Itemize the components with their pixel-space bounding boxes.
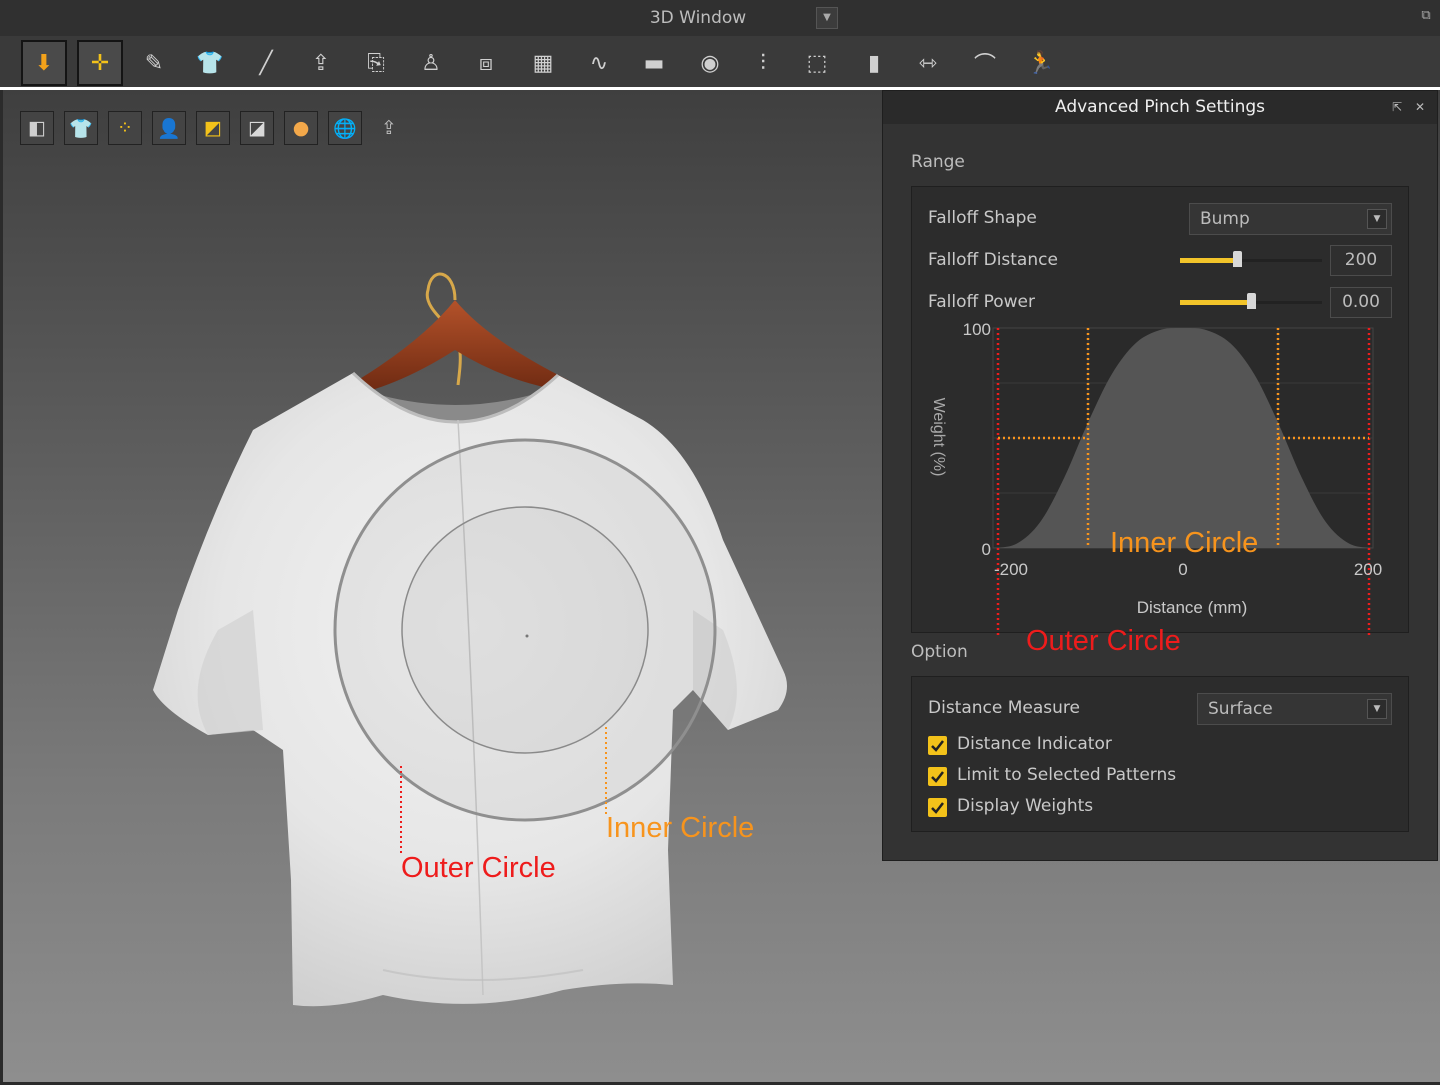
pin-box-icon-glyph: ⧈ — [479, 50, 493, 76]
arrow-down-icon[interactable]: ⬇ — [21, 40, 67, 86]
window-menu-dropdown[interactable]: ▼ — [816, 7, 838, 29]
advanced-pinch-settings-panel: Advanced Pinch Settings ⇱ ✕ Range Fallof… — [882, 90, 1438, 861]
brush-icon[interactable]: ✎ — [131, 40, 177, 86]
falloff-power-input[interactable]: 0.00 — [1330, 287, 1392, 318]
button-icon-glyph: ◉ — [700, 50, 720, 76]
chart-y-bottom-label: 0 — [982, 540, 991, 559]
needle-icon-glyph: ╱ — [259, 50, 273, 76]
chart-x-tick-label: -200 — [994, 560, 1028, 579]
falloff-shape-value: Bump — [1200, 209, 1250, 229]
garment-select-icon-glyph: 👕 — [196, 50, 224, 76]
panel-title: Advanced Pinch Settings — [883, 91, 1437, 124]
chart-x-tick-label: 0 — [1178, 560, 1187, 579]
checkbox-label: Limit to Selected Patterns — [957, 765, 1177, 785]
distance-measure-label: Distance Measure — [928, 698, 1080, 718]
chevron-down-icon[interactable]: ▼ — [1367, 209, 1387, 229]
tape-icon[interactable]: ▬ — [631, 40, 677, 86]
checkbox-display-weights[interactable] — [928, 798, 947, 817]
checkbox-limit-to-selected-patterns[interactable] — [928, 767, 947, 786]
falloff-power-handle[interactable] — [1247, 293, 1256, 309]
brush-icon-glyph: ✎ — [144, 50, 164, 76]
block-icon-glyph: ▮ — [867, 50, 881, 76]
grid-icon[interactable]: ▦ — [520, 40, 566, 86]
chart-outer-circle-label: Outer Circle — [1026, 625, 1181, 657]
option-group: Distance Measure Surface ▼ Distance Indi… — [911, 676, 1409, 832]
pinch-icon-glyph: ⇿ — [918, 50, 938, 76]
inner-circle-annotation: Inner Circle — [606, 812, 755, 844]
tuck-icon[interactable]: ∿ — [576, 40, 622, 86]
fold-icon-glyph: ⇪ — [311, 50, 331, 76]
move-cursor-icon-glyph: ✛ — [90, 50, 110, 76]
falloff-power-fill — [1180, 300, 1251, 305]
close-icon[interactable]: ✕ — [1413, 100, 1427, 114]
chart-x-tick-label: 200 — [1354, 560, 1382, 579]
window-titlebar: 3D Window ▼ ⧉ — [0, 0, 1440, 36]
hanger-body — [358, 300, 568, 392]
avatar-walk-icon-glyph: 🏃 — [1027, 50, 1055, 76]
option-section-label: Option — [911, 642, 968, 662]
falloff-distance-label: Falloff Distance — [928, 250, 1058, 270]
falloff-power-slider[interactable] — [1180, 293, 1322, 309]
falloff-shape-select[interactable]: Bump ▼ — [1189, 203, 1392, 235]
measure-icon-glyph: ⌒ — [973, 53, 996, 78]
fold-icon[interactable]: ⇪ — [298, 40, 344, 86]
garment-select-icon[interactable]: 👕 — [187, 40, 233, 86]
falloff-shape-label: Falloff Shape — [928, 208, 1037, 228]
piping-icon-glyph: ⬚ — [806, 50, 828, 76]
checkbox-distance-indicator[interactable] — [928, 736, 947, 755]
block-icon[interactable]: ▮ — [851, 40, 897, 86]
pin-box-icon[interactable]: ⧈ — [463, 40, 509, 86]
falloff-distance-input[interactable]: 200 — [1330, 245, 1392, 276]
outer-circle-annotation: Outer Circle — [401, 852, 556, 884]
falloff-distance-handle[interactable] — [1232, 251, 1242, 267]
chart-y-axis-title: Weight (%) — [930, 398, 947, 477]
falloff-chart: 100 0 Weight (%) -200 0 200 Distance (mm) … — [930, 320, 1382, 637]
tape-icon-glyph: ▬ — [643, 50, 665, 76]
arrange-icon[interactable]: ⎘ — [353, 40, 399, 86]
tool-toolbar: ⬇ ✛ ✎ 👕 ╱ ⇪ ⎘ ♙ ⧈ ▦ ∿ ▬ ◉ ⫶ ⬚ ▮ ⇿ ⌒ 🏃 — [0, 36, 1440, 90]
button-icon[interactable]: ◉ — [687, 40, 733, 86]
distance-measure-select[interactable]: Surface ▼ — [1197, 693, 1392, 725]
avatar-walk-icon[interactable]: 🏃 — [1018, 40, 1064, 86]
window-title: 3D Window — [649, 8, 747, 28]
pinch-icon[interactable]: ⇿ — [905, 40, 951, 86]
checkbox-label: Display Weights — [957, 796, 1094, 816]
grid-icon-glyph: ▦ — [532, 50, 554, 76]
arrange-icon-glyph: ⎘ — [367, 50, 385, 76]
piping-icon[interactable]: ⬚ — [794, 40, 840, 86]
falloff-distance-slider[interactable] — [1180, 251, 1322, 267]
pin-icon[interactable]: ⇱ — [1390, 100, 1404, 114]
range-section-label: Range — [911, 152, 965, 172]
move-cursor-icon[interactable]: ✛ — [77, 40, 123, 86]
avatar-pin-icon-glyph: ♙ — [421, 50, 441, 76]
chevron-down-icon[interactable]: ▼ — [1367, 699, 1387, 719]
needle-icon[interactable]: ╱ — [243, 40, 289, 86]
falloff-power-label: Falloff Power — [928, 292, 1035, 312]
tuck-icon-glyph: ∿ — [589, 50, 609, 76]
falloff-distance-fill — [1180, 258, 1237, 263]
popout-icon[interactable]: ⧉ — [1418, 8, 1434, 24]
chart-y-top-label: 100 — [963, 320, 991, 339]
chart-inner-circle-label: Inner Circle — [1110, 527, 1258, 559]
zipper-icon[interactable]: ⫶ — [740, 40, 786, 86]
inner-circle — [401, 506, 649, 754]
checkbox-label: Distance Indicator — [957, 734, 1112, 754]
chart-x-axis-title: Distance (mm) — [1137, 598, 1248, 617]
measure-icon[interactable]: ⌒ — [962, 40, 1008, 86]
arrow-down-icon-glyph: ⬇ — [34, 50, 54, 76]
range-group: Falloff Shape Bump ▼ Falloff Distance 20… — [911, 186, 1409, 637]
zipper-icon-glyph: ⫶ — [760, 50, 766, 76]
pinch-center — [525, 634, 529, 638]
distance-measure-value: Surface — [1208, 699, 1273, 719]
avatar-pin-icon[interactable]: ♙ — [408, 40, 454, 86]
